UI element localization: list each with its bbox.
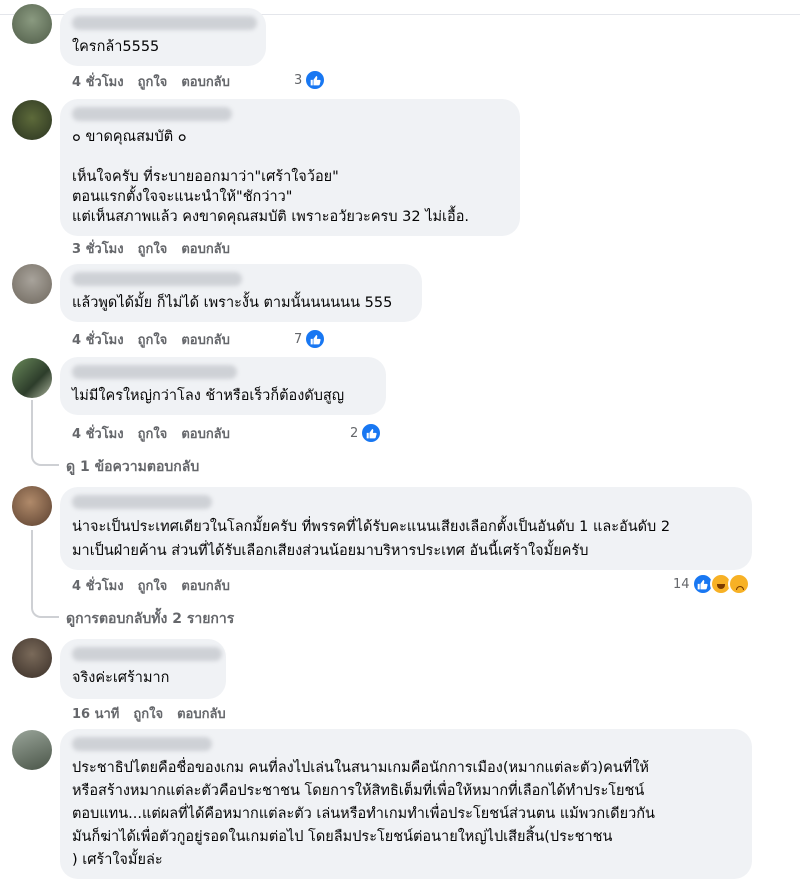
commenter-name[interactable] bbox=[72, 365, 237, 379]
reply-thread-line bbox=[31, 400, 59, 466]
sad-reaction-icon bbox=[727, 573, 750, 595]
thumbs-up-icon bbox=[360, 422, 383, 444]
comment-bubble: ไม่มีใครใหญ่กว่าโลง ช้าหรือเร็วก็ต้องดับ… bbox=[60, 357, 386, 415]
reaction-count-number: 14 bbox=[673, 576, 690, 592]
avatar[interactable] bbox=[12, 486, 52, 526]
commenter-name[interactable] bbox=[72, 737, 212, 751]
reply-button[interactable]: ตอบกลับ bbox=[181, 71, 230, 92]
comment-actions: 4 ชั่วโมง ถูกใจ ตอบกลับ bbox=[72, 576, 230, 594]
comment-time[interactable]: 16 นาที bbox=[72, 703, 119, 724]
comment-text: ๐ ขาดคุณสมบัติ ๐ เห็นใจครับ ที่ระบายออกม… bbox=[72, 129, 470, 225]
commenter-name[interactable] bbox=[72, 16, 257, 30]
like-button[interactable]: ถูกใจ bbox=[138, 575, 168, 596]
reaction-count[interactable]: 7 bbox=[294, 328, 327, 350]
reply-button[interactable]: ตอบกลับ bbox=[181, 238, 230, 259]
comment-text: จริงค่ะเศร้ามาก bbox=[72, 670, 170, 686]
like-button[interactable]: ถูกใจ bbox=[138, 423, 168, 444]
view-replies-link[interactable]: ดูการตอบกลับทั้ง 2 รายการ bbox=[66, 608, 234, 630]
like-button[interactable]: ถูกใจ bbox=[138, 329, 168, 350]
reply-button[interactable]: ตอบกลับ bbox=[181, 423, 230, 444]
comment-text: น่าจะเป็นประเทศเดียวในโลกมั้ยครับ ที่พรร… bbox=[72, 519, 671, 559]
reply-button[interactable]: ตอบกลับ bbox=[177, 703, 226, 724]
like-button[interactable]: ถูกใจ bbox=[138, 71, 168, 92]
comment-bubble: ประชาธิปไตยคือชื่อของเกม คนที่ลงไปเล่นใน… bbox=[60, 729, 752, 879]
like-button[interactable]: ถูกใจ bbox=[138, 238, 168, 259]
reaction-count-number: 7 bbox=[294, 331, 303, 347]
comment-text: แล้วพูดได้มั้ย ก็ไม่ได้ เพราะงั้น ตามนั้… bbox=[72, 295, 393, 311]
reply-button[interactable]: ตอบกลับ bbox=[181, 329, 230, 350]
comment-actions: 3 ชั่วโมง ถูกใจ ตอบกลับ bbox=[72, 239, 230, 257]
comment-text: ใครกล้า5555 bbox=[72, 39, 160, 55]
comment-time[interactable]: 4 ชั่วโมง bbox=[72, 71, 124, 92]
reaction-count[interactable]: 2 bbox=[350, 422, 383, 444]
comment-actions: 4 ชั่วโมง ถูกใจ ตอบกลับ bbox=[72, 424, 230, 442]
comment-time[interactable]: 3 ชั่วโมง bbox=[72, 238, 124, 259]
comment-bubble: จริงค่ะเศร้ามาก bbox=[60, 639, 226, 699]
comment-time[interactable]: 4 ชั่วโมง bbox=[72, 423, 124, 444]
comment-bubble: แล้วพูดได้มั้ย ก็ไม่ได้ เพราะงั้น ตามนั้… bbox=[60, 264, 422, 322]
comment-bubble: น่าจะเป็นประเทศเดียวในโลกมั้ยครับ ที่พรร… bbox=[60, 487, 752, 570]
avatar[interactable] bbox=[12, 730, 52, 770]
comment-time[interactable]: 4 ชั่วโมง bbox=[72, 329, 124, 350]
commenter-name[interactable] bbox=[72, 495, 212, 509]
thumbs-up-icon bbox=[304, 69, 327, 91]
commenter-name[interactable] bbox=[72, 647, 222, 661]
comment-actions: 16 นาที ถูกใจ ตอบกลับ bbox=[72, 704, 226, 722]
reaction-count[interactable]: 3 bbox=[294, 69, 327, 91]
reply-button[interactable]: ตอบกลับ bbox=[181, 575, 230, 596]
comment-time[interactable]: 4 ชั่วโมง bbox=[72, 575, 124, 596]
avatar[interactable] bbox=[12, 4, 52, 44]
avatar[interactable] bbox=[12, 638, 52, 678]
comment-text: ไม่มีใครใหญ่กว่าโลง ช้าหรือเร็วก็ต้องดับ… bbox=[72, 388, 345, 404]
comment-bubble: ใครกล้า5555 bbox=[60, 8, 266, 66]
reaction-count-number: 2 bbox=[350, 425, 359, 441]
avatar[interactable] bbox=[12, 100, 52, 140]
comment-bubble: ๐ ขาดคุณสมบัติ ๐ เห็นใจครับ ที่ระบายออกม… bbox=[60, 99, 520, 236]
like-button[interactable]: ถูกใจ bbox=[133, 703, 163, 724]
comment-actions: 4 ชั่วโมง ถูกใจ ตอบกลับ bbox=[72, 330, 230, 348]
commenter-name[interactable] bbox=[72, 107, 232, 121]
comment-actions: 4 ชั่วโมง ถูกใจ ตอบกลับ bbox=[72, 72, 230, 90]
view-replies-link[interactable]: ดู 1 ข้อความตอบกลับ bbox=[66, 456, 199, 478]
commenter-name[interactable] bbox=[72, 272, 242, 286]
comment-text: ประชาธิปไตยคือชื่อของเกม คนที่ลงไปเล่นใน… bbox=[72, 760, 655, 868]
reply-thread-line bbox=[31, 530, 59, 618]
thumbs-up-icon bbox=[304, 328, 327, 350]
avatar[interactable] bbox=[12, 264, 52, 304]
reaction-count[interactable]: 14 bbox=[673, 573, 750, 595]
reaction-count-number: 3 bbox=[294, 72, 303, 88]
avatar[interactable] bbox=[12, 358, 52, 398]
